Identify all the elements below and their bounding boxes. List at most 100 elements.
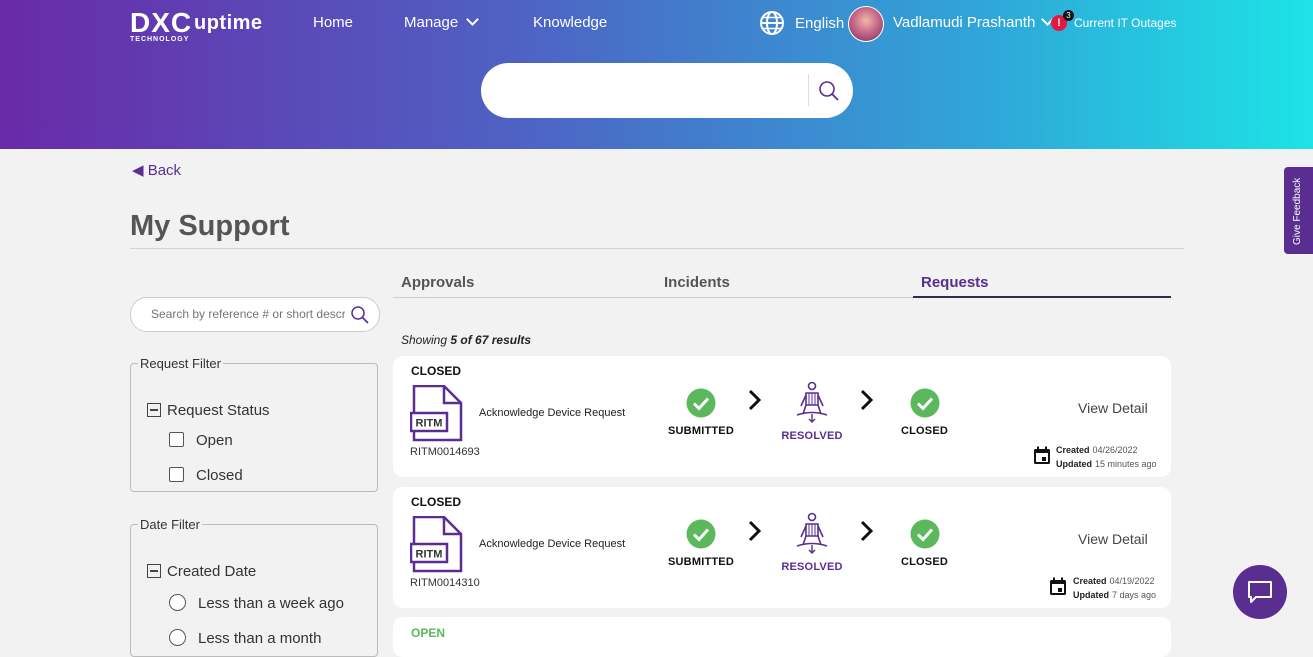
nav-home[interactable]: Home	[313, 14, 353, 31]
chevron-right-icon	[748, 520, 762, 542]
checkbox-closed[interactable]	[169, 467, 184, 482]
step-closed: CLOSED	[893, 519, 956, 568]
view-detail-link[interactable]: View Detail	[1078, 400, 1148, 416]
tab-requests[interactable]: Requests	[921, 274, 989, 291]
give-feedback-tab[interactable]: Give Feedback	[1284, 167, 1313, 254]
created-row: Created 04/19/2022	[1073, 574, 1156, 588]
search-icon[interactable]	[818, 80, 840, 102]
view-detail-link[interactable]: View Detail	[1078, 531, 1148, 547]
dxc-logo[interactable]: DXC TECHNOLOGY uptime	[130, 7, 262, 44]
option-label: Closed	[196, 467, 243, 484]
filter-option-month[interactable]: Less than a month	[169, 626, 321, 647]
avatar[interactable]	[848, 6, 884, 42]
tab-incidents[interactable]: Incidents	[664, 274, 730, 291]
nav-knowledge[interactable]: Knowledge	[533, 14, 607, 31]
page-title: My Support	[130, 210, 290, 242]
option-label: Less than a month	[198, 630, 322, 647]
radio-week[interactable]	[169, 594, 186, 611]
step-label: CLOSED	[900, 425, 949, 437]
collapse-icon[interactable]	[147, 564, 161, 578]
date-filter-legend: Date Filter	[140, 517, 200, 532]
reference-search-input[interactable]	[149, 306, 347, 322]
reference-search-box[interactable]	[130, 297, 380, 332]
logo-subtitle: TECHNOLOGY	[130, 36, 190, 43]
request-card[interactable]: OPEN	[393, 617, 1171, 657]
checkbox-open[interactable]	[169, 432, 184, 447]
chevron-down-icon	[466, 13, 480, 26]
chevron-right-icon	[748, 389, 762, 411]
updated-row: Updated 15 minutes ago	[1056, 457, 1157, 471]
created-date-group[interactable]: Created Date	[147, 562, 256, 580]
filter-option-closed[interactable]: Closed	[169, 465, 243, 484]
current-it-outages-link[interactable]: Current IT Outages	[1074, 16, 1177, 30]
step-label: RESOLVED	[781, 561, 843, 573]
step-submitted: SUBMITTED	[668, 388, 734, 437]
nav-manage-label: Manage	[404, 14, 459, 31]
resolved-person-icon	[796, 512, 828, 554]
step-label: SUBMITTED	[668, 556, 734, 568]
created-label: Created	[1056, 445, 1090, 455]
user-menu[interactable]: Vadlamudi Prashanth	[893, 13, 1055, 31]
check-circle-icon	[910, 519, 939, 549]
calendar-icon	[1034, 446, 1050, 464]
updated-row: Updated 7 days ago	[1073, 588, 1156, 602]
ticket-description: Acknowledge Device Request	[479, 538, 626, 550]
status-label: OPEN	[411, 626, 446, 640]
option-label: Open	[196, 432, 233, 449]
back-label: Back	[147, 162, 182, 179]
app-name: uptime	[194, 12, 263, 34]
request-status-label: Request Status	[167, 402, 270, 419]
globe-icon[interactable]	[759, 10, 785, 36]
ritm-icon-text: RITM	[416, 549, 443, 561]
updated-date: 7 days ago	[1112, 590, 1157, 600]
collapse-icon[interactable]	[147, 403, 161, 417]
radio-month[interactable]	[169, 629, 186, 646]
check-circle-icon	[686, 388, 715, 418]
ritm-icon-text: RITM	[416, 418, 443, 430]
nav-manage[interactable]: Manage	[404, 13, 480, 31]
request-card[interactable]: CLOSED RITM RITM0014693 Acknowledge Devi…	[393, 356, 1171, 477]
request-status-group[interactable]: Request Status	[147, 401, 270, 419]
step-closed: CLOSED	[893, 388, 956, 437]
check-circle-icon	[910, 388, 939, 418]
main-search-bar[interactable]	[481, 63, 853, 118]
chat-bubble-icon	[1248, 581, 1272, 603]
created-label: Created	[1073, 576, 1107, 586]
step-resolved: RESOLVED	[779, 381, 845, 442]
search-icon[interactable]	[350, 305, 370, 325]
filter-option-week[interactable]: Less than a week ago	[169, 591, 344, 612]
filter-option-open[interactable]: Open	[169, 430, 233, 449]
results-prefix: Showing	[401, 333, 448, 347]
back-link[interactable]: ◀ Back	[132, 161, 181, 179]
ritm-document-icon: RITM	[410, 385, 463, 442]
top-banner: DXC TECHNOLOGY uptime Home Manage Knowle…	[0, 0, 1313, 149]
title-divider	[130, 248, 1184, 249]
resolved-person-icon	[796, 381, 828, 423]
user-name: Vadlamudi Prashanth	[893, 14, 1036, 31]
step-label: RESOLVED	[781, 430, 843, 442]
logo-wordmark: DXC	[130, 7, 193, 38]
outage-count-badge: 3	[1063, 10, 1074, 21]
step-submitted: SUBMITTED	[668, 519, 734, 568]
created-date: 04/19/2022	[1109, 576, 1155, 586]
ticket-reference: RITM0014693	[410, 446, 480, 458]
check-circle-icon	[686, 519, 715, 549]
chat-button[interactable]	[1233, 565, 1287, 619]
status-label: CLOSED	[411, 495, 462, 509]
created-date: 04/26/2022	[1092, 445, 1138, 455]
request-card[interactable]: CLOSED RITM RITM0014310 Acknowledge Devi…	[393, 487, 1171, 608]
language-selector[interactable]: English	[795, 15, 844, 32]
date-info: Created 04/26/2022 Updated 15 minutes ago	[1056, 443, 1157, 471]
step-label: CLOSED	[900, 556, 949, 568]
search-divider	[808, 74, 809, 106]
chevron-right-icon	[860, 389, 874, 411]
ticket-description: Acknowledge Device Request	[479, 407, 626, 419]
created-date-label: Created Date	[167, 563, 257, 580]
active-tab-indicator	[913, 296, 1171, 298]
results-count: Showing 5 of 67 results	[401, 333, 531, 347]
tab-approvals[interactable]: Approvals	[401, 274, 474, 291]
created-row: Created 04/26/2022	[1056, 443, 1157, 457]
calendar-icon	[1050, 577, 1066, 595]
option-label: Less than a week ago	[198, 595, 344, 612]
updated-label: Updated	[1073, 590, 1109, 600]
